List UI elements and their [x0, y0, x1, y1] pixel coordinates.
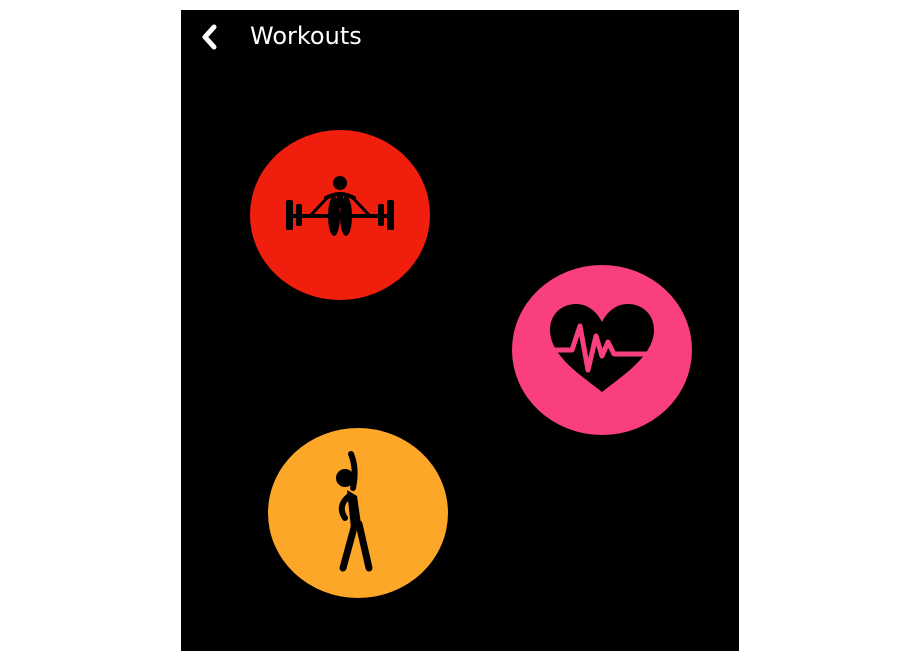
back-button[interactable] — [195, 22, 225, 52]
flexibility-workout-button[interactable] — [268, 428, 448, 598]
page-title: Workouts — [250, 22, 362, 50]
chevron-left-icon — [202, 24, 217, 50]
header: Workouts — [181, 10, 739, 66]
weightlifting-icon — [286, 176, 394, 236]
strength-workout-button[interactable] — [250, 130, 430, 300]
heart-rate-icon — [547, 304, 657, 392]
cardio-workout-button[interactable] — [512, 265, 692, 435]
stretching-icon — [336, 451, 373, 572]
workouts-screen: Workouts — [181, 10, 739, 651]
